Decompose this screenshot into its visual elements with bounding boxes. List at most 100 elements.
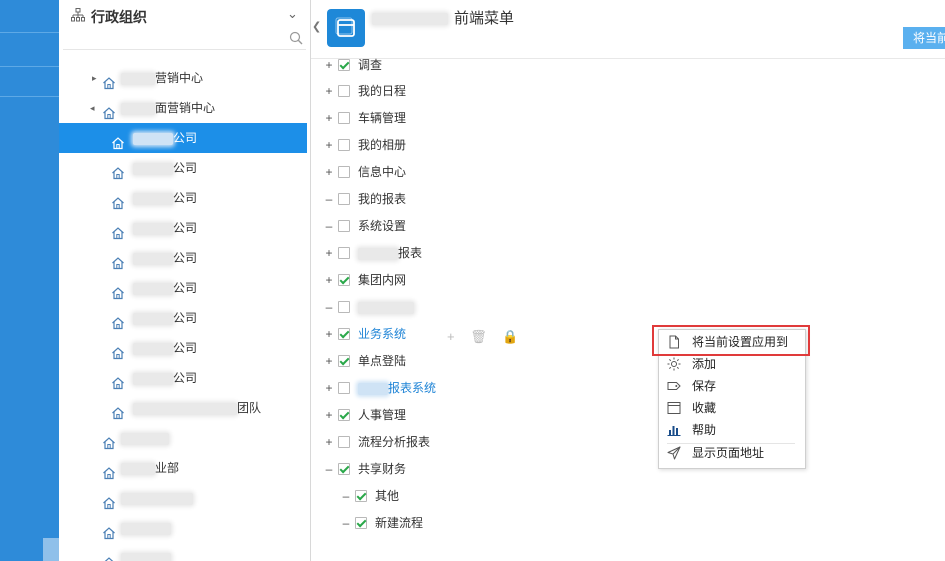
tree-node[interactable] <box>59 423 307 453</box>
menu-item-label[interactable]: 新建流程 <box>375 512 423 534</box>
tree-node[interactable]: 公司 <box>59 273 307 303</box>
tree-node[interactable]: 公司 <box>59 153 307 183</box>
expand-toggle[interactable]: – <box>324 215 334 237</box>
menu-item-label[interactable]: 流程分析报表 <box>358 431 430 453</box>
expand-toggle[interactable]: + <box>324 404 334 426</box>
tree-node[interactable]: 公司 <box>59 363 307 393</box>
tree-node[interactable]: 公司 <box>59 303 307 333</box>
expand-arrow-icon[interactable]: ▸ <box>92 63 97 93</box>
tree-node[interactable]: ▸ 营销中心 <box>59 63 307 93</box>
strip-scroll-area[interactable] <box>43 538 59 561</box>
menu-item-label[interactable]: 业务系统 <box>358 323 406 345</box>
redacted-text <box>133 312 173 325</box>
tree-node[interactable]: 公司 <box>59 183 307 213</box>
menu-item-label[interactable]: 我的相册 <box>358 134 406 156</box>
expand-toggle[interactable]: + <box>324 242 334 264</box>
menu-item-text: 信息中心 <box>358 165 407 179</box>
menu-item-checkbox[interactable] <box>338 409 350 421</box>
tree-search-input[interactable] <box>63 29 267 49</box>
menu-item-checkbox[interactable] <box>355 517 367 529</box>
tree-search <box>63 29 306 50</box>
expand-toggle[interactable]: + <box>324 134 334 156</box>
menu-item-checkbox[interactable] <box>338 301 350 313</box>
chevron-down-icon[interactable]: ⌄ <box>287 6 298 22</box>
menu-item-label[interactable]: 人事管理 <box>358 404 406 426</box>
menu-item-label[interactable]: 车辆管理 <box>358 107 406 129</box>
app-window-icon <box>327 9 365 47</box>
delete-icon[interactable]: 🗑 <box>470 329 487 344</box>
home-icon <box>102 71 116 90</box>
menu-item-checkbox[interactable] <box>338 166 350 178</box>
expand-toggle[interactable]: – <box>324 188 334 210</box>
collapse-arrow-icon[interactable]: ◂ <box>90 93 95 123</box>
tree-node[interactable]: 公司 <box>59 213 307 243</box>
collapse-panel-icon[interactable]: ❮ <box>312 20 321 33</box>
menu-item-label[interactable]: 共享财务 <box>358 458 406 480</box>
tree-node[interactable]: 业部 <box>59 453 307 483</box>
header-divider <box>311 58 945 59</box>
expand-toggle[interactable]: – <box>324 296 334 318</box>
menu-item-label[interactable]: 报表系统 <box>358 377 436 399</box>
tree-node-label: 公司 <box>133 243 197 273</box>
tree-node-label <box>121 543 171 561</box>
menu-item-checkbox[interactable] <box>338 85 350 97</box>
tree-node[interactable] <box>59 483 307 513</box>
window-icon <box>667 402 681 414</box>
menu-item-checkbox[interactable] <box>338 59 350 71</box>
menu-item-label[interactable]: 系统设置 <box>358 215 406 237</box>
expand-toggle[interactable]: + <box>324 323 334 345</box>
menu-item-checkbox[interactable] <box>338 247 350 259</box>
lock-icon[interactable]: 🔒 <box>502 329 518 344</box>
tree-node-text: 公司 <box>173 131 198 145</box>
menu-item-checkbox[interactable] <box>338 328 350 340</box>
redacted-text <box>121 72 155 85</box>
menu-item-label[interactable]: 信息中心 <box>358 161 406 183</box>
menu-item-label[interactable]: 其他 <box>375 485 399 507</box>
menu-item-checkbox[interactable] <box>338 220 350 232</box>
expand-toggle[interactable]: + <box>324 269 334 291</box>
expand-toggle[interactable]: – <box>341 485 351 507</box>
expand-toggle[interactable]: + <box>324 54 334 76</box>
menu-item-checkbox[interactable] <box>338 436 350 448</box>
menu-item-text: 报表系统 <box>388 381 437 395</box>
menu-item-label[interactable]: 单点登陆 <box>358 350 406 372</box>
expand-toggle[interactable]: + <box>324 161 334 183</box>
menu-item-checkbox[interactable] <box>338 463 350 475</box>
tree-node[interactable]: ◂ 面营销中心 <box>59 93 307 123</box>
menu-item-checkbox[interactable] <box>338 382 350 394</box>
tree-node-label: 团队 <box>133 393 261 423</box>
menu-item-label[interactable]: 集团内网 <box>358 269 406 291</box>
expand-toggle[interactable]: + <box>324 80 334 102</box>
search-icon[interactable] <box>289 31 303 45</box>
menu-item-label[interactable]: 我的日程 <box>358 80 406 102</box>
redacted-text <box>121 492 193 505</box>
expand-toggle[interactable]: – <box>341 512 351 534</box>
menu-item-label[interactable]: 我的报表 <box>358 188 406 210</box>
tree-node[interactable]: 团队 <box>59 393 307 423</box>
menu-item-label[interactable]: 报表 <box>358 242 422 264</box>
menu-item-label: 添加 <box>692 357 717 371</box>
add-icon[interactable]: + <box>447 329 455 344</box>
tree-node[interactable]: 公司 <box>59 333 307 363</box>
menu-item-text: 单点登陆 <box>358 354 407 368</box>
redacted-text <box>121 462 155 475</box>
tree-node[interactable]: 公司 <box>59 243 307 273</box>
menu-item-checkbox[interactable] <box>355 490 367 502</box>
tree-node[interactable] <box>59 543 307 561</box>
tree-node[interactable]: 公司 <box>59 123 307 153</box>
tree-node[interactable] <box>59 513 307 543</box>
expand-toggle[interactable]: + <box>324 350 334 372</box>
tree-node-label: 面营销中心 <box>121 93 215 123</box>
expand-toggle[interactable]: + <box>324 431 334 453</box>
apply-settings-button[interactable]: 将当前 <box>903 27 945 49</box>
menu-item-checkbox[interactable] <box>338 193 350 205</box>
expand-toggle[interactable]: + <box>324 107 334 129</box>
menu-item-checkbox[interactable] <box>338 274 350 286</box>
menu-item-checkbox[interactable] <box>338 139 350 151</box>
menu-item-checkbox[interactable] <box>338 355 350 367</box>
expand-toggle[interactable]: – <box>324 458 334 480</box>
menu-item-label[interactable] <box>358 296 414 318</box>
menu-item-checkbox[interactable] <box>338 112 350 124</box>
expand-toggle[interactable]: + <box>324 377 334 399</box>
menu-item-label[interactable]: 调查 <box>358 54 382 76</box>
